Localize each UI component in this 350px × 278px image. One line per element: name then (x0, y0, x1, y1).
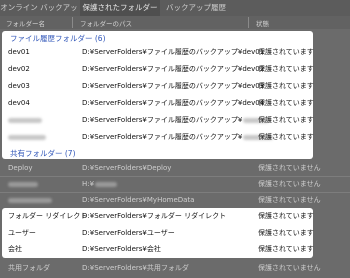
row-path: D:¥ServerFolders¥MyHomeData (82, 196, 195, 204)
row-name-redacted (8, 177, 38, 192)
row-name: dev02 (8, 65, 30, 73)
column-header: フォルダー名 フォルダーのパス 状態 (0, 16, 350, 29)
table-row[interactable]: D:¥ServerFolders¥ファイル履歴のバックアップ¥ 保護されています (2, 129, 314, 145)
table-row[interactable]: フォルダー リダイレクト D:¥ServerFolders¥フォルダー リダイレ… (2, 208, 314, 224)
table-row[interactable]: dev04 D:¥ServerFolders¥ファイル履歴のバックアップ¥dev… (2, 95, 314, 111)
row-path: D:¥ServerFolders¥Deploy (82, 164, 172, 172)
table-row[interactable]: 会社 D:¥ServerFolders¥会社 保護されています (2, 241, 314, 257)
table-row[interactable]: Deploy D:¥ServerFolders¥Deploy 保護されていません (0, 161, 350, 176)
row-path: D:¥ServerFolders¥共用フォルダ (82, 264, 189, 272)
table-row[interactable]: D:¥ServerFolders¥MyHomeData 保護されていません (0, 193, 350, 208)
group-header-shared-folders[interactable]: 共有フォルダー (7) (10, 148, 76, 159)
tab-online-backup[interactable]: オンライン バックアップ (0, 0, 78, 28)
column-status-header[interactable]: 状態 (256, 18, 269, 28)
row-name-redacted (8, 112, 42, 128)
row-path: D:¥ServerFolders¥フォルダー リダイレクト (82, 212, 227, 220)
row-name: Deploy (8, 164, 33, 172)
table-row[interactable]: H:¥ 保護されていません (0, 177, 350, 192)
row-status: 保護されていません (258, 164, 321, 172)
row-status: 保護されています (258, 133, 314, 141)
row-path: D:¥ServerFolders¥ファイル履歴のバックアップ¥ (82, 129, 274, 145)
row-name-redacted (8, 193, 52, 208)
row-status: 保護されています (258, 212, 314, 220)
row-path: D:¥ServerFolders¥ファイル履歴のバックアップ¥dev02 (82, 65, 265, 73)
tab-protected-folders[interactable]: 保護されたフォルダー (80, 0, 160, 16)
table-row[interactable]: dev01 D:¥ServerFolders¥ファイル履歴のバックアップ¥dev… (2, 44, 314, 60)
group-header-file-history[interactable]: ファイル履歴フォルダー (6) (10, 33, 106, 44)
row-name: 会社 (8, 245, 22, 253)
shared-folders-panel: フォルダー リダイレクト D:¥ServerFolders¥フォルダー リダイレ… (2, 208, 314, 258)
column-divider[interactable] (248, 17, 249, 28)
row-path: D:¥ServerFolders¥会社 (82, 245, 161, 253)
row-status: 保護されています (258, 82, 314, 90)
row-name: dev03 (8, 82, 30, 90)
row-name: 共用フォルダ (8, 264, 50, 272)
table-row[interactable]: ユーザー D:¥ServerFolders¥ユーザー 保護されています (2, 225, 314, 241)
row-status: 保護されていません (258, 196, 321, 204)
row-status: 保護されていません (258, 264, 321, 272)
row-path: D:¥ServerFolders¥ファイル履歴のバックアップ¥dev01 (82, 48, 265, 56)
table-row[interactable]: 共用フォルダ D:¥ServerFolders¥共用フォルダ 保護されていません (0, 261, 350, 276)
row-name: dev01 (8, 48, 30, 56)
row-name: ユーザー (8, 229, 36, 237)
column-divider[interactable] (72, 17, 73, 28)
row-status: 保護されています (258, 229, 314, 237)
column-path-header[interactable]: フォルダーのパス (80, 18, 132, 28)
row-status: 保護されています (258, 116, 314, 124)
row-status: 保護されています (258, 245, 314, 253)
tab-backup-history[interactable]: バックアップ履歴 (164, 0, 228, 16)
row-status: 保護されています (258, 65, 314, 73)
row-name: dev04 (8, 99, 30, 107)
column-name-header[interactable]: フォルダー名 (6, 18, 45, 28)
table-row[interactable]: dev03 D:¥ServerFolders¥ファイル履歴のバックアップ¥dev… (2, 78, 314, 94)
row-path: D:¥ServerFolders¥ユーザー (82, 229, 175, 237)
row-path: D:¥ServerFolders¥ファイル履歴のバックアップ¥ (82, 112, 270, 128)
table-row[interactable]: dev02 D:¥ServerFolders¥ファイル履歴のバックアップ¥dev… (2, 61, 314, 77)
row-status: 保護されています (258, 48, 314, 56)
row-path: H:¥ (82, 177, 118, 192)
row-status: 保護されていません (258, 180, 321, 188)
row-name: フォルダー リダイレクト (8, 212, 88, 220)
row-status: 保護されています (258, 99, 314, 107)
file-history-panel: ファイル履歴フォルダー (6) dev01 D:¥ServerFolders¥フ… (2, 31, 314, 159)
tab-bar: オンライン バックアップ 保護されたフォルダー バックアップ履歴 (0, 0, 350, 28)
row-path: D:¥ServerFolders¥ファイル履歴のバックアップ¥dev03 (82, 82, 265, 90)
row-name-redacted (8, 129, 46, 145)
row-path: D:¥ServerFolders¥ファイル履歴のバックアップ¥dev04 (82, 99, 265, 107)
table-row[interactable]: D:¥ServerFolders¥ファイル履歴のバックアップ¥ 保護されています (2, 112, 314, 128)
